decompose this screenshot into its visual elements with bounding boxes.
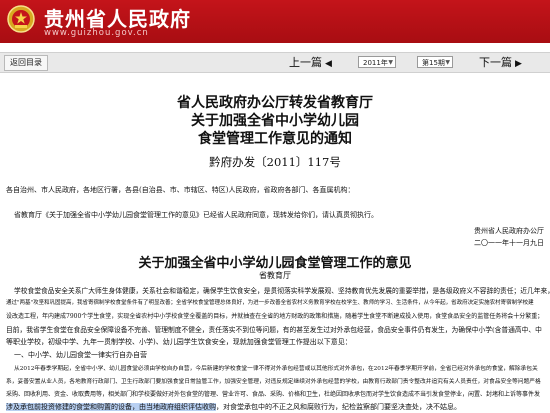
signing-organization: 贵州省人民政府办公厅 [474, 227, 544, 235]
previous-article-button[interactable]: 上一篇 ◀ [289, 53, 332, 72]
chevron-right-icon: ▶ [515, 59, 522, 69]
site-url: www.guizhou.gov.cn [44, 28, 149, 38]
paragraph-line: 系，妥善安置从业人员，各地教育行政部门、卫生行政部门要加强食堂日常监管工作，加强… [6, 379, 541, 385]
chevron-down-icon: ▼ [388, 59, 393, 66]
paragraph-line: 从2012年春季学期起，全省中小学、幼儿园食堂必须由学校自办自营，今后新建的学校… [14, 366, 538, 372]
next-label: 下一篇 [479, 56, 512, 69]
paragraph-line: 涉及承包前投资修建的食堂和购置的设备，由当地政府组织评估收购，对食堂承包中的不正… [6, 402, 461, 412]
doc-number: 黔府办发〔2011〕117号 [209, 155, 341, 169]
paragraph-text: ，对食堂承包中的不正之风和腐败行为，纪检监察部门要坚决查处，决不姑息。 [216, 403, 461, 411]
section-heading: 一、中小学、幼儿园食堂一律实行自办自营 [14, 351, 147, 359]
signing-date: 二〇一一年十一月九日 [474, 239, 544, 247]
paragraph-line: 设改造工程，年内建成7900个学生食堂，实现全省农村中小学校食堂全覆盖的目标，并… [6, 313, 544, 320]
opinion-department: 省教育厅 [259, 271, 291, 280]
year-select[interactable]: 2011年 ▼ [358, 56, 396, 68]
chevron-left-icon: ◀ [325, 59, 332, 69]
addressee: 各自治州、市人民政府，各地区行署，各县(自治县、市、市辖区、特区)人民政府，省政… [6, 186, 355, 194]
doc-title-line1: 省人民政府办公厅转发省教育厅 [177, 95, 373, 111]
year-value: 2011年 [363, 59, 388, 67]
chevron-down-icon: ▼ [445, 59, 450, 66]
paragraph-line: 学校食堂食品安全关系广大师生身体健康，关系社会和谐稳定，确保学生饮食安全，是贯彻… [14, 287, 550, 295]
site-header: 贵州省人民政府 www.guizhou.gov.cn [0, 0, 550, 43]
previous-label: 上一篇 [289, 56, 322, 69]
next-article-button[interactable]: 下一篇 ▶ [479, 53, 522, 72]
issue-select[interactable]: 第15期 ▼ [417, 56, 453, 68]
paragraph-line: 等职业学校，初级中学、九年一贯制学校、小学)、幼儿园学生饮食安全，现就加强食堂管… [6, 338, 352, 346]
paragraph-line: 通过"两基"攻坚和巩固提高，我省寄宿制学校食堂条件有了明显改善；全省学校食堂管理… [6, 300, 534, 306]
opinion-title: 关于加强全省中小学幼儿园食堂管理工作的意见 [138, 256, 412, 271]
doc-title-line3: 食堂管理工作意见的通知 [198, 131, 352, 147]
back-to-index-button[interactable]: 返回目录 [4, 55, 48, 71]
issue-nav-bar: 返回目录 上一篇 ◀ 2011年 ▼ 第15期 ▼ 下一篇 ▶ [0, 52, 550, 73]
paragraph-line: 采购、回收利用、资金、收取费用等，相关部门和学校要做好对外包食堂的管理、营业许可… [6, 391, 541, 398]
paragraph-line: 目前，我省学生食堂在食品安全保障设备不完善、管理制度不健全，责任落实不到位等问题… [6, 326, 542, 334]
body-paragraph: 省教育厅《关于加强全省中小学幼儿园食堂管理工作的意见》已经省人民政府同意，现转发… [14, 211, 378, 219]
national-emblem-icon [7, 5, 35, 33]
doc-title-line2: 关于加强全省中小学幼儿园 [191, 113, 359, 129]
selected-text[interactable]: 涉及承包前投资修建的食堂和购置的设备，由当地政府组织评估收购 [6, 403, 216, 411]
issue-value: 第15期 [422, 59, 445, 67]
